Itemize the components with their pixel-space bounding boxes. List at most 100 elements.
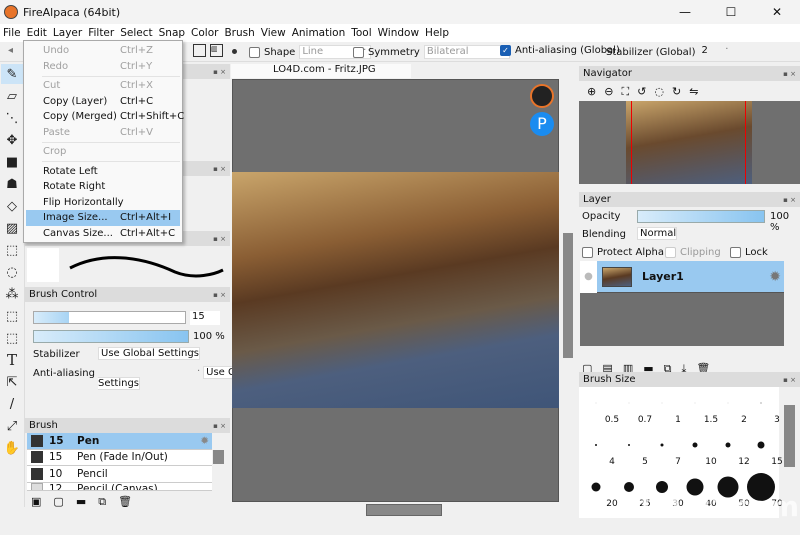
- menu-item-rotate-left[interactable]: Rotate Left: [24, 164, 182, 180]
- brush-size-option[interactable]: 1.5: [678, 387, 718, 429]
- brush-size-option[interactable]: 5: [612, 429, 648, 471]
- layer-row[interactable]: ● Layer1 ✹: [580, 260, 784, 293]
- snap-off-icon[interactable]: [232, 49, 237, 54]
- collapse-left-icon[interactable]: ◂: [8, 45, 13, 56]
- delete-brush-icon[interactable]: 🗑: [118, 495, 132, 509]
- eyedropper-tool-icon[interactable]: ⤢: [1, 416, 23, 436]
- brush-size-option[interactable]: 0.7: [612, 387, 652, 429]
- document-tab[interactable]: LO4D.com - Fritz.JPG: [231, 64, 411, 78]
- fill-lasso-tool-icon[interactable]: ☗: [1, 174, 23, 194]
- magic-wand-tool-icon[interactable]: ⁂: [1, 284, 23, 304]
- rotate-left-icon[interactable]: ↺: [637, 85, 646, 98]
- blending-select[interactable]: Normal: [637, 227, 678, 240]
- menu-item-canvas-size[interactable]: Canvas Size... Ctrl+Alt+C: [24, 226, 182, 242]
- lasso-select-tool-icon[interactable]: ◌: [1, 262, 23, 282]
- brush-size-option[interactable]: 12: [711, 429, 750, 471]
- brush-size-value[interactable]: 15: [190, 311, 220, 325]
- menu-edit[interactable]: Edit: [27, 27, 47, 39]
- close-button[interactable]: ✕: [754, 0, 800, 24]
- brush-opacity-slider[interactable]: [33, 330, 189, 343]
- fill-rect-tool-icon[interactable]: ■: [1, 152, 23, 172]
- brush-list-scrollbar[interactable]: [213, 450, 224, 464]
- symmetry-checkbox[interactable]: [353, 46, 364, 58]
- brush-size-slider[interactable]: [33, 311, 186, 324]
- snap-grid-icon[interactable]: ▥: [210, 44, 223, 57]
- navigator-preview[interactable]: [579, 101, 800, 184]
- brush-size-option[interactable]: 4: [579, 429, 615, 471]
- menu-help[interactable]: Help: [425, 27, 449, 39]
- gear-icon[interactable]: ✹: [200, 435, 209, 447]
- horizontal-scrollbar[interactable]: [366, 504, 442, 516]
- alpaca-icon[interactable]: [530, 84, 554, 108]
- select-pen-tool-icon[interactable]: ⬚: [1, 306, 23, 326]
- panel-controls-icon[interactable]: ▪ ×: [783, 70, 796, 78]
- brush-size-option[interactable]: 0.5: [579, 387, 619, 429]
- brush-size-option[interactable]: 1: [645, 387, 681, 429]
- gradient-tool-icon[interactable]: ▨: [1, 218, 23, 238]
- menu-select[interactable]: Select: [120, 27, 152, 39]
- rect-select-tool-icon[interactable]: ⬚: [1, 240, 23, 260]
- brush-tool-icon[interactable]: ✎: [1, 64, 23, 84]
- panel-controls-icon[interactable]: ▪ ×: [213, 68, 226, 76]
- layer-opacity-slider[interactable]: [637, 210, 765, 223]
- hand-tool-icon[interactable]: ✋: [1, 438, 23, 458]
- menu-filter[interactable]: Filter: [88, 27, 114, 39]
- dot-tool-icon[interactable]: ⋱: [1, 108, 23, 128]
- menu-layer[interactable]: Layer: [53, 27, 82, 39]
- menu-window[interactable]: Window: [378, 27, 419, 39]
- panel-controls-icon[interactable]: ▪ ×: [783, 196, 796, 204]
- duplicate-brush-icon[interactable]: ⧉: [98, 495, 106, 509]
- symmetry-select[interactable]: Bilateral: [423, 45, 510, 59]
- stabilizer-select[interactable]: 2: [699, 44, 732, 59]
- brush-item[interactable]: 15 Pen (Fade In/Out): [27, 449, 212, 466]
- menu-item-cut[interactable]: Cut Ctrl+X: [24, 78, 182, 94]
- gear-icon[interactable]: ✹: [769, 269, 781, 285]
- flip-view-icon[interactable]: ⇋: [689, 85, 698, 98]
- zoom-in-icon[interactable]: ⊕: [587, 85, 596, 98]
- menu-item-crop[interactable]: Crop: [24, 144, 182, 160]
- pixiv-icon[interactable]: P: [530, 112, 554, 136]
- panel-controls-icon[interactable]: ▪ ×: [213, 235, 226, 243]
- divide-tool-icon[interactable]: /: [1, 394, 23, 414]
- brush-size-option[interactable]: 20: [579, 471, 618, 513]
- clipping-checkbox[interactable]: [665, 247, 676, 258]
- lock-checkbox[interactable]: [730, 247, 741, 258]
- menu-file[interactable]: File: [3, 27, 21, 39]
- zoom-fit-icon[interactable]: ⛶: [621, 85, 629, 98]
- menu-view[interactable]: View: [261, 27, 286, 39]
- rotate-reset-icon[interactable]: ◌: [654, 85, 664, 98]
- move-tool-icon[interactable]: ✥: [1, 130, 23, 150]
- menu-item-paste[interactable]: Paste Ctrl+V: [24, 125, 182, 141]
- brush-size-option[interactable]: 7: [645, 429, 681, 471]
- menu-item-copy-layer[interactable]: Copy (Layer) Ctrl+C: [24, 94, 182, 110]
- menu-item-image-size[interactable]: Image Size... Ctrl+Alt+I: [26, 210, 180, 226]
- operation-tool-icon[interactable]: ⇱: [1, 372, 23, 392]
- panel-controls-icon[interactable]: ▪ ×: [213, 165, 226, 173]
- vertical-scrollbar[interactable]: [563, 233, 573, 358]
- brush-size-option[interactable]: 15: [744, 429, 783, 471]
- panel-controls-icon[interactable]: ▪ ×: [213, 291, 226, 299]
- menu-animation[interactable]: Animation: [292, 27, 346, 39]
- snap-curve-icon[interactable]: [193, 44, 206, 57]
- brush-size-scrollbar[interactable]: [784, 405, 795, 467]
- eraser-tool-icon[interactable]: ▱: [1, 86, 23, 106]
- brush-size-option[interactable]: 3: [744, 387, 780, 429]
- text-tool-icon[interactable]: T: [1, 350, 23, 370]
- menu-brush[interactable]: Brush: [224, 27, 254, 39]
- navigator-viewport[interactable]: [631, 101, 746, 184]
- stabilizer-select[interactable]: Use Global Settings: [98, 347, 200, 360]
- brush-size-option[interactable]: 10: [678, 429, 717, 471]
- save-brush-icon[interactable]: ▣: [31, 495, 41, 509]
- panel-controls-icon[interactable]: ▪ ×: [213, 422, 226, 430]
- maximize-button[interactable]: ☐: [708, 0, 754, 24]
- menu-item-undo[interactable]: Undo Ctrl+Z: [24, 43, 182, 59]
- menu-snap[interactable]: Snap: [159, 27, 185, 39]
- bucket-tool-icon[interactable]: ◇: [1, 196, 23, 216]
- shape-checkbox[interactable]: [249, 46, 260, 58]
- minimize-button[interactable]: —: [662, 0, 708, 24]
- visibility-toggle-icon[interactable]: ●: [580, 260, 597, 293]
- menu-color[interactable]: Color: [191, 27, 218, 39]
- new-brush-icon[interactable]: ▢: [53, 495, 63, 509]
- menu-item-copy-merged[interactable]: Copy (Merged) Ctrl+Shift+C: [24, 109, 184, 125]
- menu-item-redo[interactable]: Redo Ctrl+Y: [24, 59, 182, 75]
